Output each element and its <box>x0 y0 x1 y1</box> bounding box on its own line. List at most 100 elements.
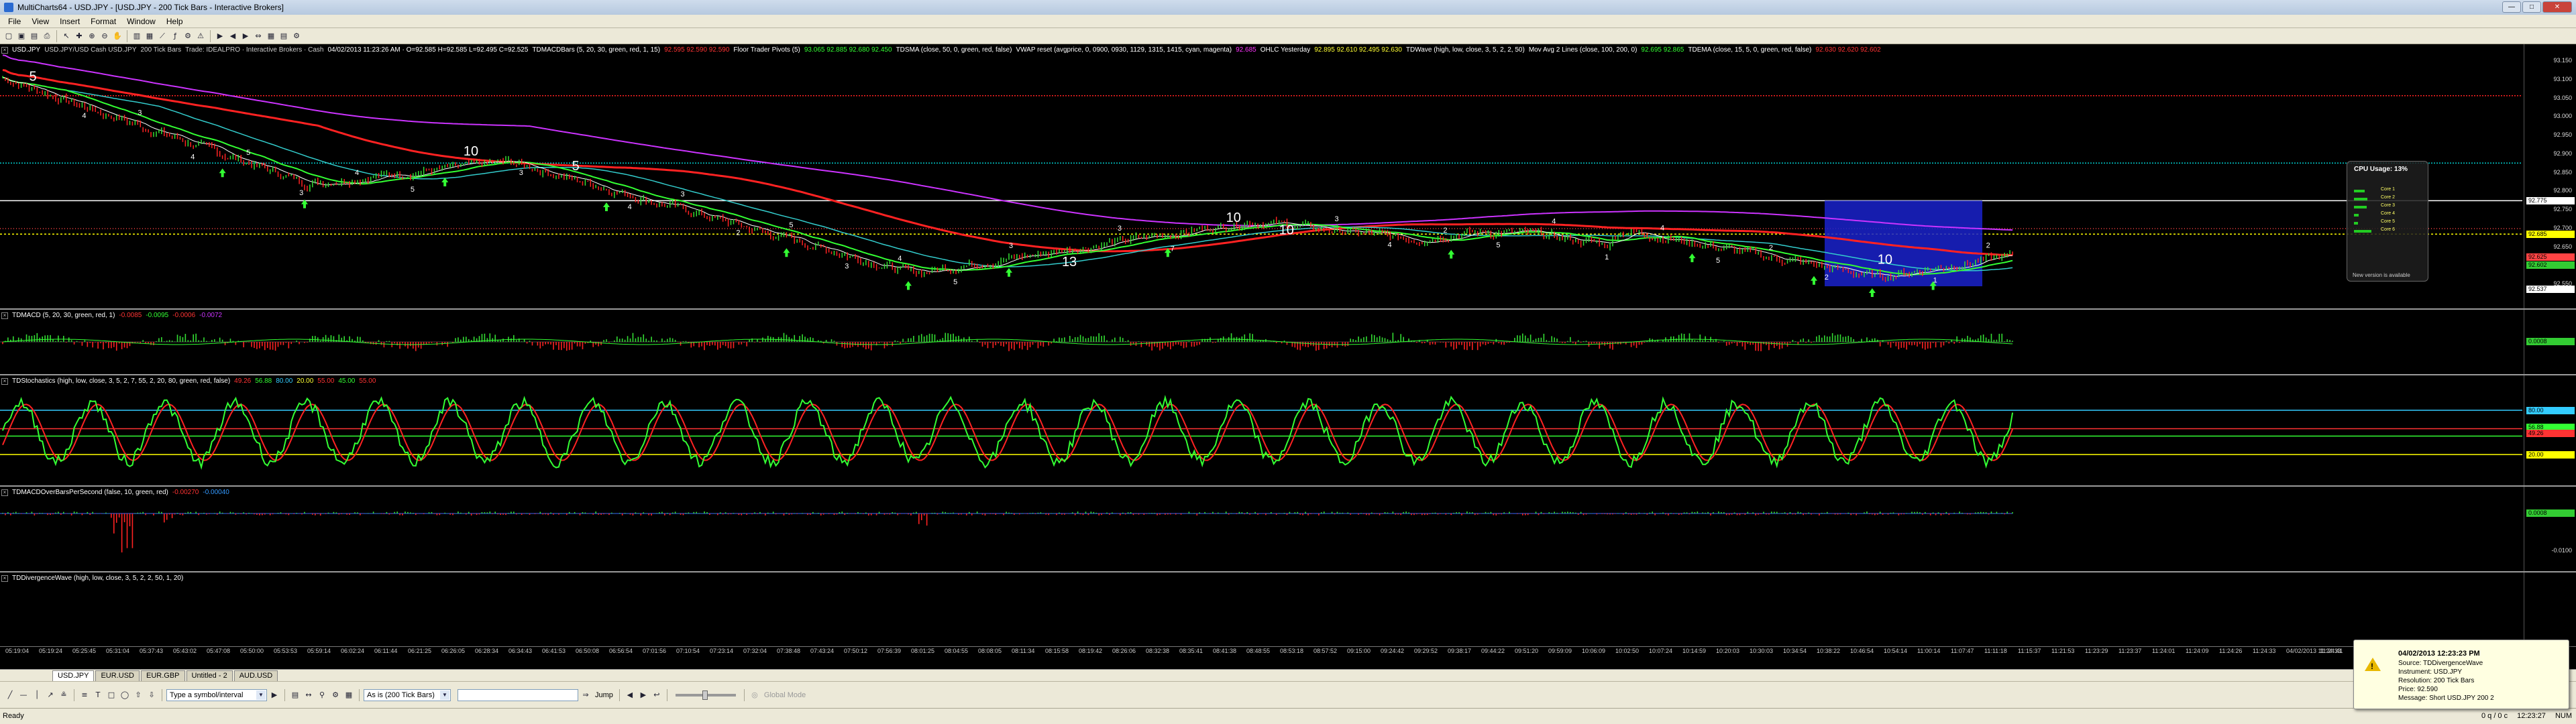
format-tool-icon[interactable]: ⚙ <box>329 689 341 701</box>
cpu-core-label: Core 3 <box>2381 203 2396 208</box>
wave-number: 4 <box>355 169 359 177</box>
scroll-slider[interactable] <box>675 690 736 700</box>
cursor-icon[interactable]: ↖ <box>60 30 72 42</box>
line-tool-icon[interactable]: ╱ <box>4 689 16 701</box>
status-num: NUM <box>2555 712 2572 720</box>
date-input[interactable] <box>458 688 578 701</box>
menu-window[interactable]: Window <box>121 17 161 26</box>
price-scale[interactable]: 93.150 93.100 93.050 93.000 92.950 92.900 92.8… <box>2524 44 2576 308</box>
sheet-tab[interactable]: Untitled - 2 <box>186 670 233 681</box>
ray-tool-icon[interactable]: ↗ <box>44 689 56 701</box>
grid-icon[interactable]: ▦ <box>265 30 277 42</box>
cpu-usage-widget[interactable]: CPU Usage: 13% Core 1 Core 2 Core 3 Core 4 C… <box>2347 161 2428 282</box>
sheet-tab[interactable]: EUR.GBP <box>140 670 185 681</box>
menu-help[interactable]: Help <box>161 17 189 26</box>
scroll-end-icon[interactable]: ▶ <box>637 689 649 701</box>
settings-icon[interactable]: ⚙ <box>290 30 303 42</box>
sheet-tab[interactable]: USD.JPY <box>52 670 95 681</box>
bars-icon[interactable]: ▥ <box>131 30 143 42</box>
chart-window[interactable]: 5 4 3 4 5 3 4 5 10 3 5 4 3 2 5 3 4 5 3 13 3 7 10 10 3 4 2 5 4 1 4 5 2 2 10… <box>0 44 2576 672</box>
divergence-status-line: × TDDivergenceWave (high, low, close, 3, … <box>1 574 187 583</box>
divergence-scale[interactable] <box>2524 572 2576 646</box>
zoom-out-icon[interactable]: ⊖ <box>99 30 111 42</box>
menu-file[interactable]: File <box>3 17 26 26</box>
status-item: 92.630 92.620 92.602 <box>1815 46 1881 54</box>
scroll-right-icon[interactable]: ▶ <box>239 30 252 42</box>
macd-per-second-scale[interactable]: 0.0008 -0.0100 <box>2524 487 2576 571</box>
close-indicator-icon[interactable]: × <box>1 312 8 319</box>
sheet-tab[interactable]: AUD.USD <box>233 670 278 681</box>
divergence-pane[interactable]: × TDDivergenceWave (high, low, close, 3, … <box>0 572 2576 646</box>
back-icon[interactable]: ↩ <box>651 689 663 701</box>
time-axis[interactable]: 05:19:04 05:19:24 05:25:45 05:31:04 05:37:43… <box>0 646 2576 654</box>
menu-format[interactable]: Format <box>85 17 121 26</box>
fib-tool-icon[interactable]: ≡ <box>78 689 91 701</box>
print-icon[interactable]: ⎙ <box>41 30 53 42</box>
scroll-left-icon[interactable]: ◀ <box>227 30 239 42</box>
chevron-down-icon[interactable]: ▼ <box>440 690 449 700</box>
table-icon[interactable]: ▤ <box>278 30 290 42</box>
new-icon[interactable]: ▢ <box>3 30 15 42</box>
cpu-footer[interactable]: New version is available <box>2353 272 2410 278</box>
indicator-icon[interactable]: ƒ <box>169 30 181 42</box>
global-mode-label[interactable]: Global Mode <box>762 691 808 699</box>
global-mode-icon[interactable]: ◎ <box>749 689 761 701</box>
price-tag: 92.537 <box>2526 286 2575 294</box>
zoom-in-icon[interactable]: ⊕ <box>86 30 98 42</box>
open-icon[interactable]: ▣ <box>15 30 28 42</box>
jump-icon[interactable]: ⇒ <box>580 689 592 701</box>
close-indicator-icon[interactable]: × <box>1 575 8 582</box>
alert-notification[interactable]: ! 04/02/2013 12:23:23 PM Source: TDDiver… <box>2353 640 2569 709</box>
wave-number: 5 <box>789 221 793 229</box>
macd-tag: 0.0008 <box>2526 338 2575 345</box>
close-indicator-icon[interactable]: × <box>1 378 8 385</box>
sheet-tab[interactable]: EUR.USD <box>95 670 140 681</box>
save-icon[interactable]: ▤ <box>28 30 40 42</box>
hline-tool-icon[interactable]: — <box>17 689 30 701</box>
stochastics-scale[interactable]: 80.00 56.88 49.26 20.00 <box>2524 375 2576 485</box>
close-button[interactable]: ✕ <box>2542 1 2572 13</box>
arrow-down-tool-icon[interactable]: ⇩ <box>146 689 158 701</box>
price-pane[interactable]: 5 4 3 4 5 3 4 5 10 3 5 4 3 2 5 3 4 5 3 13 3 7 10 10 3 4 2 5 4 1 4 5 2 2 10… <box>0 44 2576 310</box>
maximize-button[interactable]: □ <box>2522 1 2541 13</box>
hand-icon[interactable]: ✋ <box>111 30 123 42</box>
fit-icon[interactable]: ⇔ <box>252 30 264 42</box>
jump-label[interactable]: Jump <box>593 691 615 699</box>
text-tool-icon[interactable]: T <box>92 689 104 701</box>
menu-view[interactable]: View <box>26 17 54 26</box>
symbol-input[interactable]: Type a symbol/interval ▼ <box>166 688 267 701</box>
channel-tool-icon[interactable]: ≗ <box>58 689 70 701</box>
crosshair-icon[interactable]: ✚ <box>73 30 85 42</box>
price-status-line: × USD.JPY USD.JPY/USD Cash USD.JPY 200 Tick… <box>1 46 1885 54</box>
arrow-up-tool-icon[interactable]: ⇧ <box>132 689 144 701</box>
macd-per-second-pane[interactable]: × TDMACDOverBarsPerSecond (false, 10, gre… <box>0 487 2576 572</box>
play-icon[interactable]: ▶ <box>214 30 226 42</box>
rectangle-tool-icon[interactable]: □ <box>105 689 117 701</box>
minimize-button[interactable]: — <box>2502 1 2521 13</box>
alert-icon[interactable]: ⚠ <box>195 30 207 42</box>
time-label: 05:19:24 <box>39 648 63 654</box>
scroll-start-icon[interactable]: ◀ <box>624 689 636 701</box>
close-indicator-icon[interactable]: × <box>1 489 8 496</box>
strategy-icon[interactable]: ⚙ <box>182 30 194 42</box>
wave-number: 10 <box>1878 253 1892 267</box>
zoom-tool-icon[interactable]: ⚲ <box>316 689 328 701</box>
time-label: 05:37:43 <box>140 648 164 654</box>
menu-insert[interactable]: Insert <box>54 17 85 26</box>
line-icon[interactable]: ⟋ <box>156 30 168 42</box>
resolution-select[interactable]: As is (200 Tick Bars) ▼ <box>364 688 451 701</box>
candles-icon[interactable]: ▦ <box>144 30 156 42</box>
time-label: 08:19:42 <box>1079 648 1103 654</box>
apply-symbol-icon[interactable]: ▶ <box>268 689 280 701</box>
chevron-down-icon[interactable]: ▼ <box>256 690 266 700</box>
chart-type-icon[interactable]: ▤ <box>289 689 301 701</box>
macd-scale[interactable]: 0.0008 <box>2524 310 2576 374</box>
vline-tool-icon[interactable]: │ <box>31 689 43 701</box>
data-window-icon[interactable]: ▦ <box>343 689 355 701</box>
bar-spacing-icon[interactable]: ↔ <box>303 689 315 701</box>
macd-pane[interactable]: × TDMACD (5, 20, 30, green, red, 1) -0.008… <box>0 310 2576 375</box>
close-indicator-icon[interactable]: × <box>1 47 8 54</box>
ellipse-tool-icon[interactable]: ◯ <box>119 689 131 701</box>
stochastics-pane[interactable]: × TDStochastics (high, low, close, 3, 5, … <box>0 375 2576 487</box>
wave-number: 4 <box>898 255 902 263</box>
